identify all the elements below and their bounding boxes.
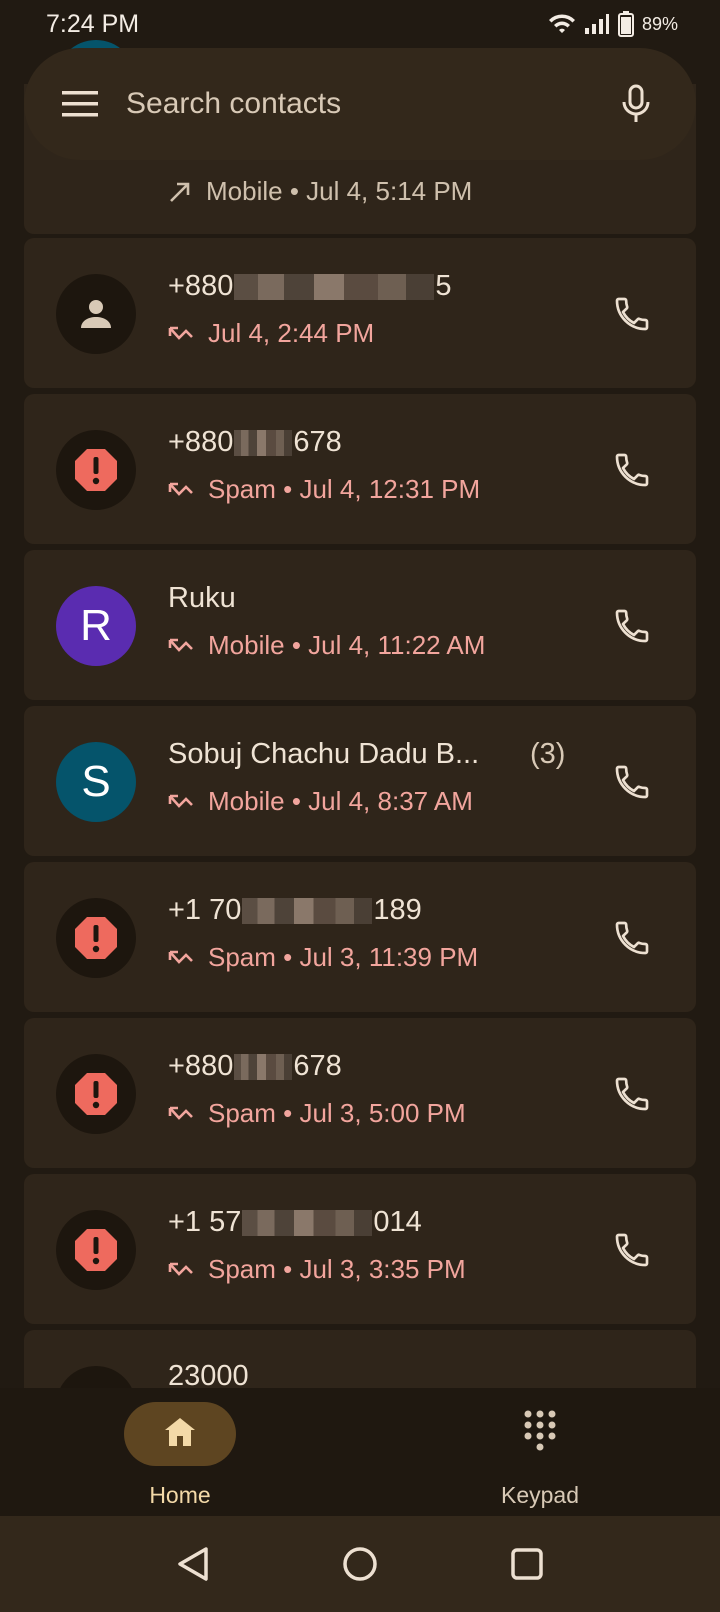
call-detail: Mobile • Jul 4, 8:37 AM [168, 786, 473, 817]
call-log-item[interactable]: 23000 [24, 1330, 696, 1388]
caller-name: +880 678 [168, 426, 342, 459]
number-suffix: 678 [293, 1050, 342, 1082]
call-log-item[interactable]: S Sobuj Chachu Dadu B... (3) Mobile • Jul 4… [24, 706, 696, 856]
nav-home[interactable]: Home [0, 1388, 360, 1516]
nav-home-label: Home [149, 1482, 211, 1508]
phone-icon[interactable] [608, 914, 656, 962]
avatar-letter: R [80, 601, 112, 650]
number-prefix: +880 [168, 270, 234, 302]
missed-call-icon [168, 324, 194, 344]
nav-home-pill[interactable] [124, 1402, 236, 1466]
call-detail-text: Jul 4, 2:44 PM [208, 318, 375, 348]
number-prefix: +1 70 [168, 894, 242, 926]
number-suffix: 678 [293, 426, 342, 458]
nav-keypad-label: Keypad [500, 1482, 579, 1508]
bottom-navigation: Home Keypad [0, 1388, 720, 1516]
call-log-item[interactable]: R Ruku Mobile • Jul 4, 11:22 AM [24, 550, 696, 700]
redacted-digits [242, 1210, 373, 1237]
dialpad-icon [523, 1409, 557, 1460]
call-detail: Spam • Jul 3, 3:35 PM [168, 1254, 466, 1285]
spam-warning-icon[interactable] [56, 1210, 136, 1290]
person-icon[interactable] [56, 274, 136, 354]
recents-button[interactable] [503, 1540, 551, 1588]
avatar-letter: S [81, 757, 111, 806]
call-detail: Mobile • Jul 4, 11:22 AM [168, 630, 485, 661]
caller-name: +880 5 [168, 270, 451, 303]
spam-warning-icon[interactable] [56, 898, 136, 978]
search-input[interactable]: Search contacts [126, 87, 616, 121]
call-log-item[interactable]: +880 5 Jul 4, 2:44 PM [24, 238, 696, 388]
call-history-list[interactable]: Mobile • Jul 4, 5:14 PM +880 5 Jul 4, 2:44 … [24, 0, 696, 1388]
phone-icon[interactable] [608, 290, 656, 338]
missed-call-icon [168, 636, 194, 656]
missed-call-icon [168, 792, 194, 812]
number-prefix: +880 [168, 426, 234, 458]
home-icon [163, 1416, 197, 1453]
call-detail: Spam • Jul 4, 12:31 PM [168, 474, 480, 505]
system-navigation-bar [0, 1516, 720, 1612]
phone-icon[interactable] [608, 602, 656, 650]
missed-call-icon [168, 948, 194, 968]
call-detail: Spam • Jul 3, 11:39 PM [168, 942, 478, 973]
call-detail-text: Spam • Jul 3, 3:35 PM [208, 1254, 466, 1284]
search-bar[interactable]: Search contacts [24, 48, 696, 160]
redacted-digits [242, 898, 373, 925]
avatar[interactable]: S [56, 742, 136, 822]
number-prefix: +1 57 [168, 1206, 242, 1238]
person-icon[interactable] [56, 1366, 136, 1388]
redacted-digits [234, 430, 293, 457]
phone-icon[interactable] [608, 1070, 656, 1118]
caller-name: 23000 [168, 1360, 249, 1388]
caller-name: +1 70 189 [168, 894, 422, 927]
missed-call-icon [168, 1260, 194, 1280]
home-system-button[interactable] [336, 1540, 384, 1588]
phone-icon[interactable] [608, 446, 656, 494]
call-detail-text: Spam • Jul 3, 5:00 PM [208, 1098, 466, 1128]
missed-call-icon [168, 480, 194, 500]
call-detail: Mobile • Jul 4, 5:14 PM [168, 176, 472, 207]
menu-icon[interactable] [60, 84, 100, 124]
phone-icon[interactable] [608, 1226, 656, 1274]
nav-keypad[interactable]: Keypad [360, 1388, 720, 1516]
number-prefix: +880 [168, 1050, 234, 1082]
call-detail: Jul 4, 2:44 PM [168, 318, 374, 349]
call-detail-text: Mobile • Jul 4, 8:37 AM [208, 786, 473, 816]
call-detail-text: Mobile • Jul 4, 5:14 PM [206, 176, 473, 206]
call-log-item[interactable]: +880 678 Spam • Jul 4, 12:31 PM [24, 394, 696, 544]
call-detail: Spam • Jul 3, 5:00 PM [168, 1098, 466, 1129]
redacted-digits [234, 274, 435, 301]
call-log-item[interactable]: +1 70 189 Spam • Jul 3, 11:39 PM [24, 862, 696, 1012]
call-detail-text: Spam • Jul 3, 11:39 PM [208, 942, 479, 972]
caller-name: +880 678 [168, 1050, 342, 1083]
caller-name: Sobuj Chachu Dadu B... [168, 738, 480, 770]
outgoing-call-icon [168, 180, 192, 204]
back-button[interactable] [169, 1540, 217, 1588]
call-log-item[interactable]: +880 678 Spam • Jul 3, 5:00 PM [24, 1018, 696, 1168]
redacted-digits [234, 1054, 293, 1081]
caller-name: +1 57 014 [168, 1206, 422, 1239]
nav-keypad-pill[interactable] [484, 1402, 596, 1466]
spam-warning-icon[interactable] [56, 1054, 136, 1134]
call-detail-text: Mobile • Jul 4, 11:22 AM [208, 630, 486, 660]
phone-icon[interactable] [608, 758, 656, 806]
call-detail-text: Spam • Jul 4, 12:31 PM [208, 474, 481, 504]
call-count: (3) [530, 738, 566, 770]
spam-warning-icon[interactable] [56, 430, 136, 510]
number-suffix: 5 [435, 270, 452, 302]
call-log-item[interactable]: +1 57 014 Spam • Jul 3, 3:35 PM [24, 1174, 696, 1324]
number-suffix: 189 [373, 894, 422, 926]
mic-icon[interactable] [616, 80, 656, 128]
missed-call-icon [168, 1104, 194, 1124]
caller-name: Ruku [168, 582, 236, 614]
avatar[interactable]: R [56, 586, 136, 666]
number-suffix: 014 [373, 1206, 422, 1238]
